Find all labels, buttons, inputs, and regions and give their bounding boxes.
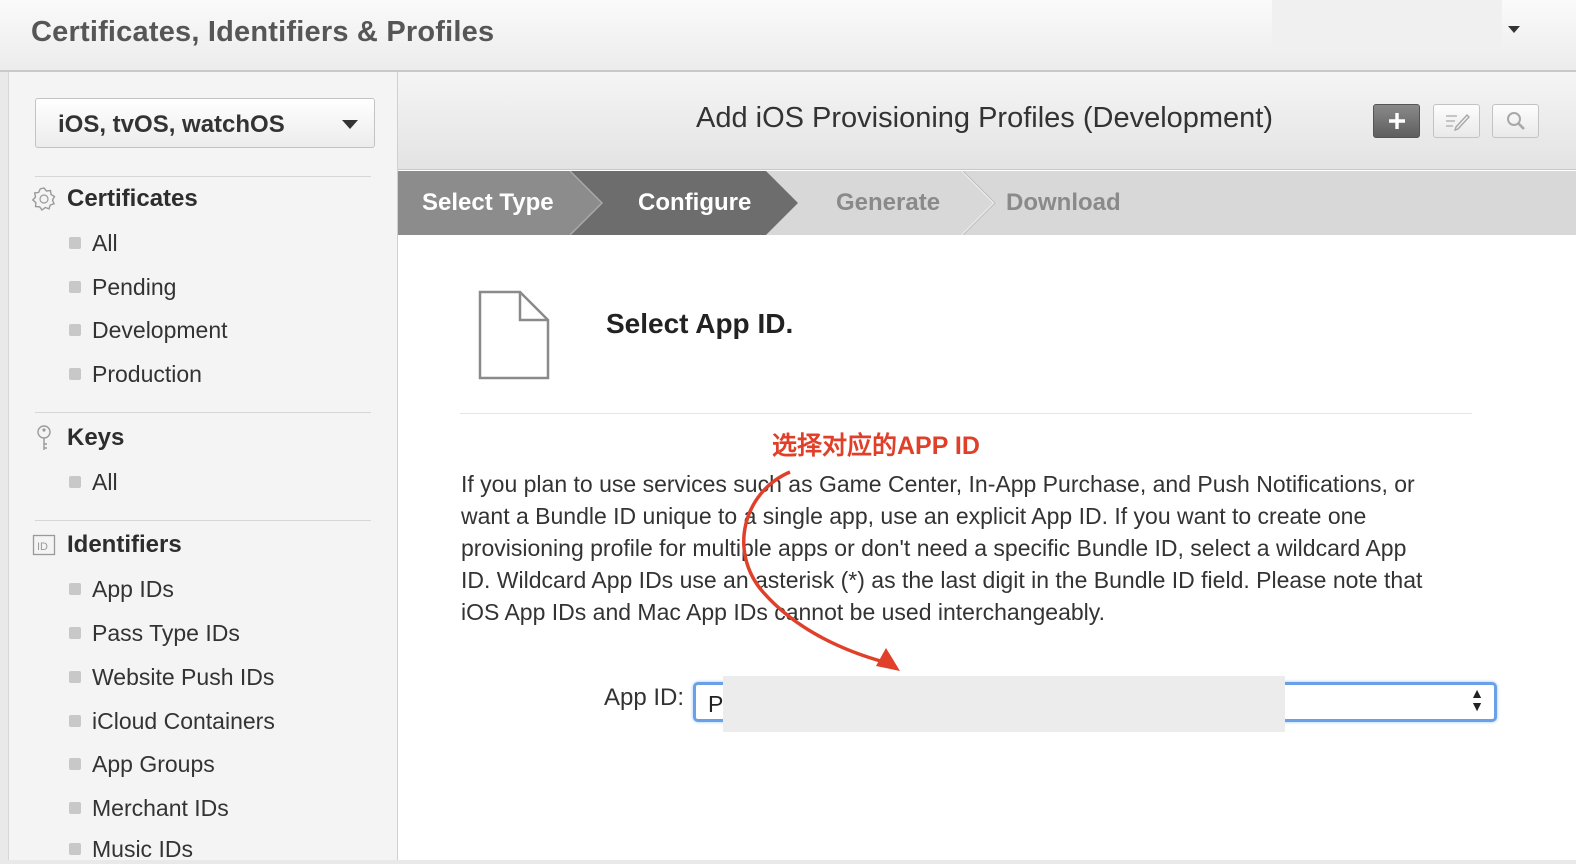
divider bbox=[35, 176, 371, 177]
sidebar-item-label: Music IDs bbox=[92, 835, 193, 862]
sidebar-item-label: App IDs bbox=[92, 575, 174, 602]
sidebar-item-label: App Groups bbox=[92, 750, 215, 777]
step-progress-bar: Select Type Configure Generate Download bbox=[398, 171, 1576, 235]
platform-select[interactable]: iOS, tvOS, watchOS bbox=[35, 98, 375, 148]
sidebar-item-label: iCloud Containers bbox=[92, 707, 275, 734]
description-text: If you plan to use services such as Game… bbox=[461, 471, 1423, 625]
sidebar-item-label: Pending bbox=[92, 273, 177, 300]
select-stepper-icon: ▲ ▼ bbox=[1470, 685, 1484, 714]
step-download: Download bbox=[1006, 189, 1121, 216]
sidebar-item-label: All bbox=[92, 229, 118, 256]
divider bbox=[35, 520, 371, 521]
top-header: Certificates, Identifiers & Profiles bbox=[0, 0, 1576, 72]
sidebar-item-development[interactable]: Development bbox=[69, 315, 228, 345]
main-panel: Add iOS Provisioning Profiles (Developme… bbox=[398, 72, 1576, 860]
app-id-label: App ID: bbox=[604, 684, 685, 711]
platform-select-value: iOS, tvOS, watchOS bbox=[58, 111, 285, 138]
sidebar-section-identifiers[interactable]: ID Identifiers bbox=[31, 530, 182, 560]
app-title: Certificates, Identifiers & Profiles bbox=[31, 16, 495, 48]
sidebar-section-label: Keys bbox=[67, 424, 125, 451]
main-header: Add iOS Provisioning Profiles (Developme… bbox=[398, 72, 1576, 170]
divider bbox=[460, 413, 1472, 414]
page-title: Add iOS Provisioning Profiles (Developme… bbox=[696, 102, 1274, 134]
sidebar-item-label: Website Push IDs bbox=[92, 663, 275, 690]
steps-background bbox=[398, 171, 1576, 235]
sidebar-item-merchant-ids[interactable]: Merchant IDs bbox=[69, 793, 229, 823]
sidebar-item-production[interactable]: Production bbox=[69, 359, 202, 389]
step-select-type: Select Type bbox=[422, 189, 554, 216]
step-generate: Generate bbox=[836, 189, 941, 216]
divider bbox=[35, 412, 371, 413]
certificate-icon bbox=[31, 186, 57, 212]
search-button[interactable] bbox=[1492, 104, 1539, 138]
sidebar-item-label: Pass Type IDs bbox=[92, 619, 240, 646]
search-icon bbox=[1506, 112, 1525, 130]
account-dropdown-icon[interactable] bbox=[1508, 26, 1520, 33]
sidebar-item-label: Production bbox=[92, 360, 202, 387]
sidebar-item-label: Development bbox=[92, 316, 228, 343]
section-title: Select App ID. bbox=[606, 308, 794, 339]
sidebar-section-label: Identifiers bbox=[67, 531, 182, 558]
sidebar-item-label: Merchant IDs bbox=[92, 794, 229, 821]
sidebar-section-label: Certificates bbox=[67, 185, 198, 212]
sidebar-item-app-ids[interactable]: App IDs bbox=[69, 574, 174, 604]
redacted-area bbox=[723, 676, 1285, 732]
sidebar-section-keys[interactable]: Keys bbox=[31, 423, 124, 453]
sidebar-item-certificates-all[interactable]: All bbox=[69, 228, 118, 258]
id-icon: ID bbox=[31, 532, 57, 558]
account-menu[interactable] bbox=[1272, 0, 1502, 50]
step-configure: Configure bbox=[638, 189, 752, 216]
document-icon bbox=[478, 290, 550, 380]
sidebar-item-pending[interactable]: Pending bbox=[69, 272, 176, 302]
annotation-label: 选择对应的APP ID bbox=[772, 432, 980, 460]
edit-icon bbox=[1445, 113, 1470, 131]
sidebar-item-icloud-containers[interactable]: iCloud Containers bbox=[69, 706, 275, 736]
sidebar-item-keys-all[interactable]: All bbox=[69, 467, 118, 497]
sidebar-item-app-groups[interactable]: App Groups bbox=[69, 749, 215, 779]
plus-icon bbox=[1388, 113, 1405, 129]
key-icon bbox=[31, 425, 57, 451]
app-id-select-value: P bbox=[708, 691, 724, 717]
chevron-down-icon bbox=[342, 120, 358, 129]
sidebar-item-website-push-ids[interactable]: Website Push IDs bbox=[69, 662, 274, 692]
edit-button[interactable] bbox=[1433, 104, 1480, 138]
add-button[interactable] bbox=[1373, 104, 1420, 138]
sidebar-item-label: All bbox=[92, 468, 118, 495]
svg-text:ID: ID bbox=[37, 541, 48, 553]
sidebar: iOS, tvOS, watchOS Certificates All Pend… bbox=[8, 72, 398, 862]
sidebar-section-certificates[interactable]: Certificates bbox=[31, 184, 198, 214]
sidebar-item-pass-type-ids[interactable]: Pass Type IDs bbox=[69, 618, 240, 648]
